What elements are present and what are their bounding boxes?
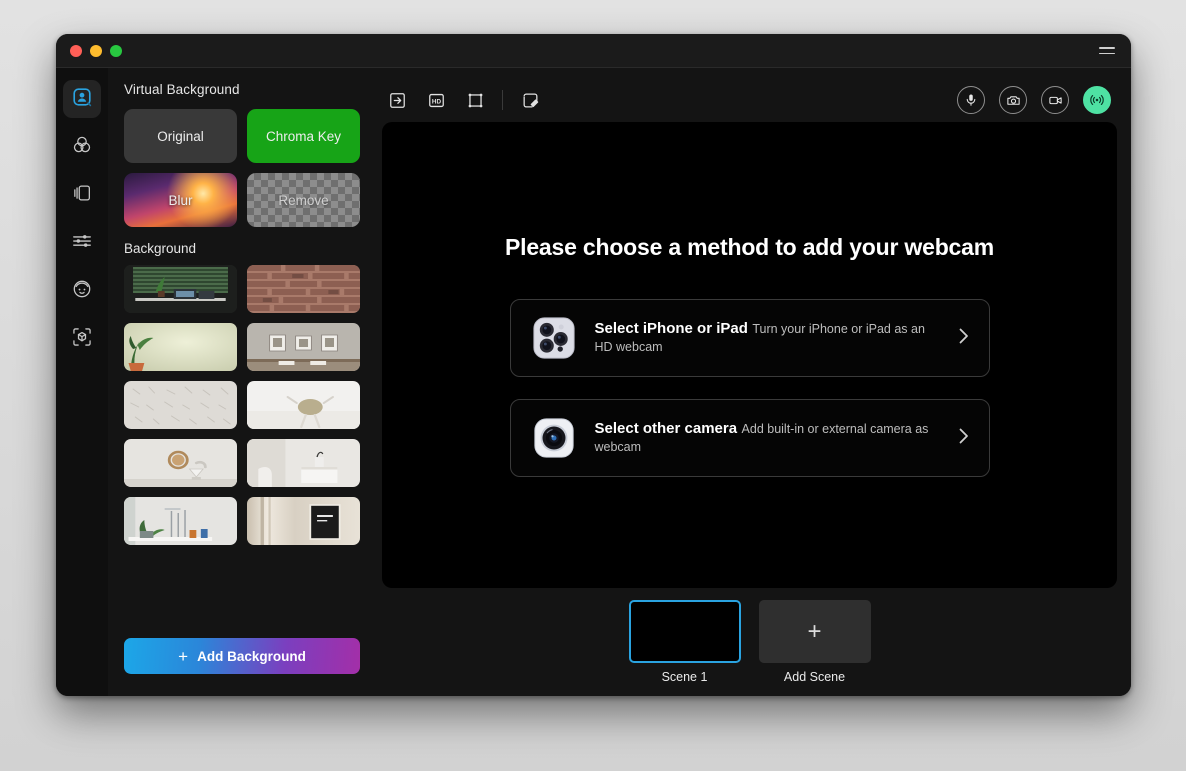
add-background-label: Add Background — [197, 648, 306, 664]
traffic-lights — [70, 44, 122, 57]
sidebar-item-filters[interactable] — [63, 128, 101, 166]
background-thumb-mirror-and-lamp[interactable] — [124, 439, 237, 487]
camera-lens-icon — [531, 415, 577, 461]
snapshot-camera-icon[interactable] — [999, 86, 1027, 114]
broadcast-icon[interactable] — [1083, 86, 1111, 114]
toolbar-separator — [502, 90, 503, 110]
main-toolbar: HD — [382, 78, 1117, 122]
background-thumb-white-room-console[interactable] — [247, 439, 360, 487]
main-area: HD Please choose a method to add your we… — [376, 68, 1131, 696]
svg-text:HD: HD — [431, 98, 441, 105]
option-iphone-text: Select iPhone or iPad Turn your iPhone o… — [595, 320, 939, 356]
window-body: Virtual Background Original Chroma Key B… — [56, 68, 1131, 696]
background-thumb-gallery-wall[interactable] — [247, 323, 360, 371]
add-background-container: + Add Background — [124, 638, 360, 674]
video-camera-icon[interactable] — [1041, 86, 1069, 114]
toolbar-right-tools — [519, 89, 541, 111]
option-other-camera-title: Select other camera — [594, 419, 738, 437]
background-thumb-white-wall-lamp[interactable] — [247, 381, 360, 429]
sidebar-item-virtual-background[interactable] — [63, 80, 101, 118]
mode-original-label: Original — [157, 128, 204, 144]
background-thumb-plant-cream-wall[interactable] — [124, 323, 237, 371]
add-scene-button[interactable]: + Add Scene — [758, 600, 871, 684]
microphone-icon[interactable] — [957, 86, 985, 114]
sidebar-item-layers[interactable] — [63, 176, 101, 214]
stage-title: Please choose a method to add your webca… — [505, 233, 994, 260]
background-section-label: Background — [124, 241, 197, 256]
scene-label: Scene 1 — [661, 670, 708, 684]
person-in-frame-icon — [71, 86, 93, 113]
scene-item[interactable]: Scene 1 — [628, 600, 741, 684]
scene-bar: Scene 1 + Add Scene — [382, 588, 1117, 696]
plus-icon: + — [178, 646, 189, 666]
option-select-iphone-or-ipad[interactable]: Select iPhone or iPad Turn your iPhone o… — [509, 298, 990, 377]
mode-original[interactable]: Original — [124, 109, 237, 163]
add-background-button[interactable]: + Add Background — [124, 638, 360, 674]
cube-scan-icon — [71, 326, 93, 353]
mode-chroma-key-label: Chroma Key — [265, 128, 342, 144]
sidebar-item-adjustments[interactable] — [63, 224, 101, 262]
iphone-camera-module-icon — [531, 315, 577, 361]
option-select-other-camera[interactable]: Select other camera Add built-in or exte… — [509, 398, 990, 477]
background-thumb-shelf-with-plants[interactable] — [124, 497, 237, 545]
mode-blur[interactable]: Blur — [124, 173, 237, 227]
sidebar-rail — [56, 68, 108, 696]
preview-stage: Please choose a method to add your webca… — [382, 122, 1117, 588]
chevron-right-icon[interactable] — [957, 326, 971, 350]
tag-icon[interactable] — [519, 89, 541, 111]
virtual-background-panel: Virtual Background Original Chroma Key B… — [108, 68, 376, 696]
add-scene-thumbnail[interactable]: + — [758, 600, 871, 663]
zoom-button[interactable] — [110, 44, 122, 57]
plus-icon: + — [807, 617, 822, 645]
minimize-button[interactable] — [90, 44, 102, 57]
sidebar-item-ar-objects[interactable] — [63, 320, 101, 358]
face-icon — [71, 278, 93, 305]
scene-thumbnail[interactable] — [628, 600, 741, 663]
chevron-right-icon[interactable] — [957, 426, 971, 450]
background-thumb-textured-white-wall[interactable] — [124, 381, 237, 429]
background-thumb-desk-with-blinds[interactable] — [124, 265, 237, 313]
mode-blur-label: Blur — [168, 192, 193, 208]
title-bar — [56, 34, 1131, 68]
app-window: Virtual Background Original Chroma Key B… — [56, 34, 1131, 696]
stacked-cards-icon — [71, 182, 93, 209]
mode-remove-label: Remove — [278, 192, 329, 208]
background-thumb-brick-wall[interactable] — [247, 265, 360, 313]
mode-chroma-key[interactable]: Chroma Key — [247, 109, 360, 163]
toolbar-left-tools: HD — [386, 89, 486, 111]
background-thumb-dark-poster-wall[interactable] — [247, 497, 360, 545]
option-iphone-title: Select iPhone or iPad — [594, 319, 748, 337]
export-icon[interactable] — [386, 89, 408, 111]
sliders-icon — [71, 230, 93, 257]
close-button[interactable] — [70, 44, 82, 57]
background-grid — [124, 265, 360, 551]
panel-title: Virtual Background — [124, 82, 240, 97]
color-circles-icon — [71, 134, 93, 161]
add-scene-label: Add Scene — [783, 670, 846, 684]
sidebar-item-avatar[interactable] — [63, 272, 101, 310]
mode-grid: Original Chroma Key Blur Remove — [124, 109, 360, 227]
crop-icon[interactable] — [464, 89, 486, 111]
hamburger-icon[interactable] — [1099, 44, 1117, 58]
mode-remove[interactable]: Remove — [247, 173, 360, 227]
hd-icon[interactable]: HD — [425, 89, 447, 111]
option-other-camera-text: Select other camera Add built-in or exte… — [595, 420, 939, 456]
